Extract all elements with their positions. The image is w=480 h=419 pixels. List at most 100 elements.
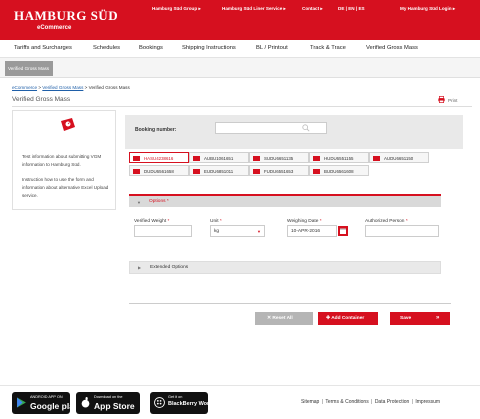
store-name: BlackBerry World [168,401,215,407]
required-mark: * [167,219,170,224]
container-chip[interactable]: HUDU6551155 [309,152,369,163]
separator: | [411,399,413,405]
extended-options-header[interactable]: ▶ Extended Options [129,261,441,274]
authorized-person-input[interactable] [365,225,439,237]
container-chip[interactable]: BUDU6561608 [309,165,369,176]
add-container-label: Add Container [331,316,365,321]
container-chip[interactable]: SUDU6651135 [249,152,309,163]
login-label: My Hamburg Süd Login [400,6,452,11]
unit-label: Unit * [210,219,222,224]
authorized-person-text: Authorized Person [365,219,405,224]
reset-all-label: Reset All [272,316,293,321]
store-name: App Store [94,401,135,411]
required-mark: * [405,219,408,224]
add-container-button[interactable]: ✚ Add Container [318,312,378,325]
options-section-header[interactable]: ▼ Options * [129,194,441,207]
container-flag-icon [373,156,380,161]
required-mark: * [166,199,169,204]
google-play-badge[interactable]: ANDROID APP ON Google play [12,392,79,414]
reset-all-button[interactable]: ✕ Reset All [255,312,313,325]
nav-schedules[interactable]: Schedules [93,45,120,51]
required-mark: * [319,219,322,224]
container-chip[interactable]: DUDU6561658 [129,165,189,176]
nav-contact-link[interactable]: Contact ▸ [302,6,323,12]
container-flag-icon [253,156,260,161]
apple-icon [81,397,90,408]
chevron-right-icon: ▶ [138,265,142,270]
brand-logo[interactable]: HAMBURG SÜD eCommerce [14,8,118,31]
authorized-person-label: Authorized Person * [365,219,408,224]
breadcrumb-current: Verified Gross Mass [88,85,130,90]
container-number: HUDU6551155 [324,156,354,161]
info-text-instructions: Instruction how to use the form and info… [22,177,109,198]
container-flag-icon [133,169,140,174]
close-icon: ✕ [267,316,272,321]
verified-weight-input[interactable] [134,225,192,237]
container-number: FUDU6551653 [264,169,294,174]
nav-bookings[interactable]: Bookings [139,45,163,51]
nav-track-trace[interactable]: Track & Trace [310,45,346,51]
language-switch[interactable]: DE | EN | ES [338,6,365,11]
divider [12,106,472,107]
footer-link-sitemap[interactable]: Sitemap [301,399,319,405]
tab-verified-gross-mass[interactable]: Verified Gross Mass [5,61,53,76]
nav-group-label: Hamburg Süd Group [152,6,198,11]
container-number: AUDU6651150 [384,156,414,161]
container-flag-icon [313,156,320,161]
blackberry-world-badge[interactable]: Get it on BlackBerry World [150,392,214,414]
chevron-down-icon: ▼ [137,200,141,205]
verified-weight-label: Verified Weight * [134,219,169,224]
container-chip[interactable]: HASU4238616 [129,152,189,163]
calendar-icon[interactable] [338,226,348,236]
options-label: Options * [149,199,169,204]
store-caption: Get it on [168,395,183,399]
search-icon[interactable] [302,124,310,132]
booking-number-input[interactable] [215,122,327,134]
container-number: AUBU1061651 [204,156,234,161]
container-chip[interactable]: AUBU1061651 [189,152,249,163]
login-link[interactable]: My Hamburg Süd Login ▸ [400,6,455,12]
verified-weight-text: Verified Weight [134,219,167,224]
print-link[interactable]: Print [448,98,457,103]
nav-liner-link[interactable]: Hamburg Süd Liner Service ▸ [222,6,286,12]
container-chip[interactable]: AUDU6651150 [369,152,429,163]
store-caption: ANDROID APP ON [30,395,63,399]
breadcrumb-separator: > [38,85,41,90]
container-flag-icon [253,169,260,174]
booking-number-label: Booking number: [135,127,177,133]
container-number: HASU4238616 [144,156,174,161]
blackberry-icon [154,397,165,408]
sub-navigation: Verified Gross Mass [0,58,480,78]
nav-group-link[interactable]: Hamburg Süd Group ▸ [152,6,201,12]
nav-bl-printout[interactable]: BL / Printout [256,45,288,51]
container-flag-icon [193,169,200,174]
google-play-icon [17,397,26,408]
container-number: EUDU6851011 [204,169,234,174]
save-label: Save [400,316,412,321]
nav-vgm[interactable]: Verified Gross Mass [366,45,418,51]
main-navigation: Tariffs and Surcharges Schedules Booking… [0,40,480,58]
breadcrumb-home[interactable]: eCommerce [12,85,37,90]
footer-link-impressum[interactable]: Impressum [415,399,440,405]
footer-link-data-protection[interactable]: Data Protection [375,399,409,405]
info-text-vgm: Test information about submitting VGM in… [22,154,102,167]
print-icon[interactable] [438,96,445,103]
app-store-badge[interactable]: Download on the App Store [76,392,140,414]
footer-link-terms[interactable]: Terms & Conditions [325,399,368,405]
nav-contact-label: Contact [302,6,320,11]
breadcrumb-separator: > [84,85,88,90]
extended-options-label: Extended Options [150,265,189,270]
chevron-down-icon: ▼ [257,229,261,234]
save-button[interactable]: Save » [390,312,450,325]
container-number: DUDU6561658 [144,169,174,174]
container-chip[interactable]: FUDU6551653 [249,165,309,176]
breadcrumb-parent[interactable]: Verified Gross Mass [42,85,83,90]
nav-tariffs[interactable]: Tariffs and Surcharges [14,45,72,51]
nav-shipping-instructions[interactable]: Shipping Instructions [182,45,236,51]
required-mark: * [219,219,222,224]
unit-value: kg [214,229,220,234]
weighing-date-input[interactable]: 10-APR-2016 [287,225,337,237]
unit-select[interactable]: kg ▼ [210,225,265,237]
container-chip[interactable]: EUDU6851011 [189,165,249,176]
separator: | [371,399,373,405]
